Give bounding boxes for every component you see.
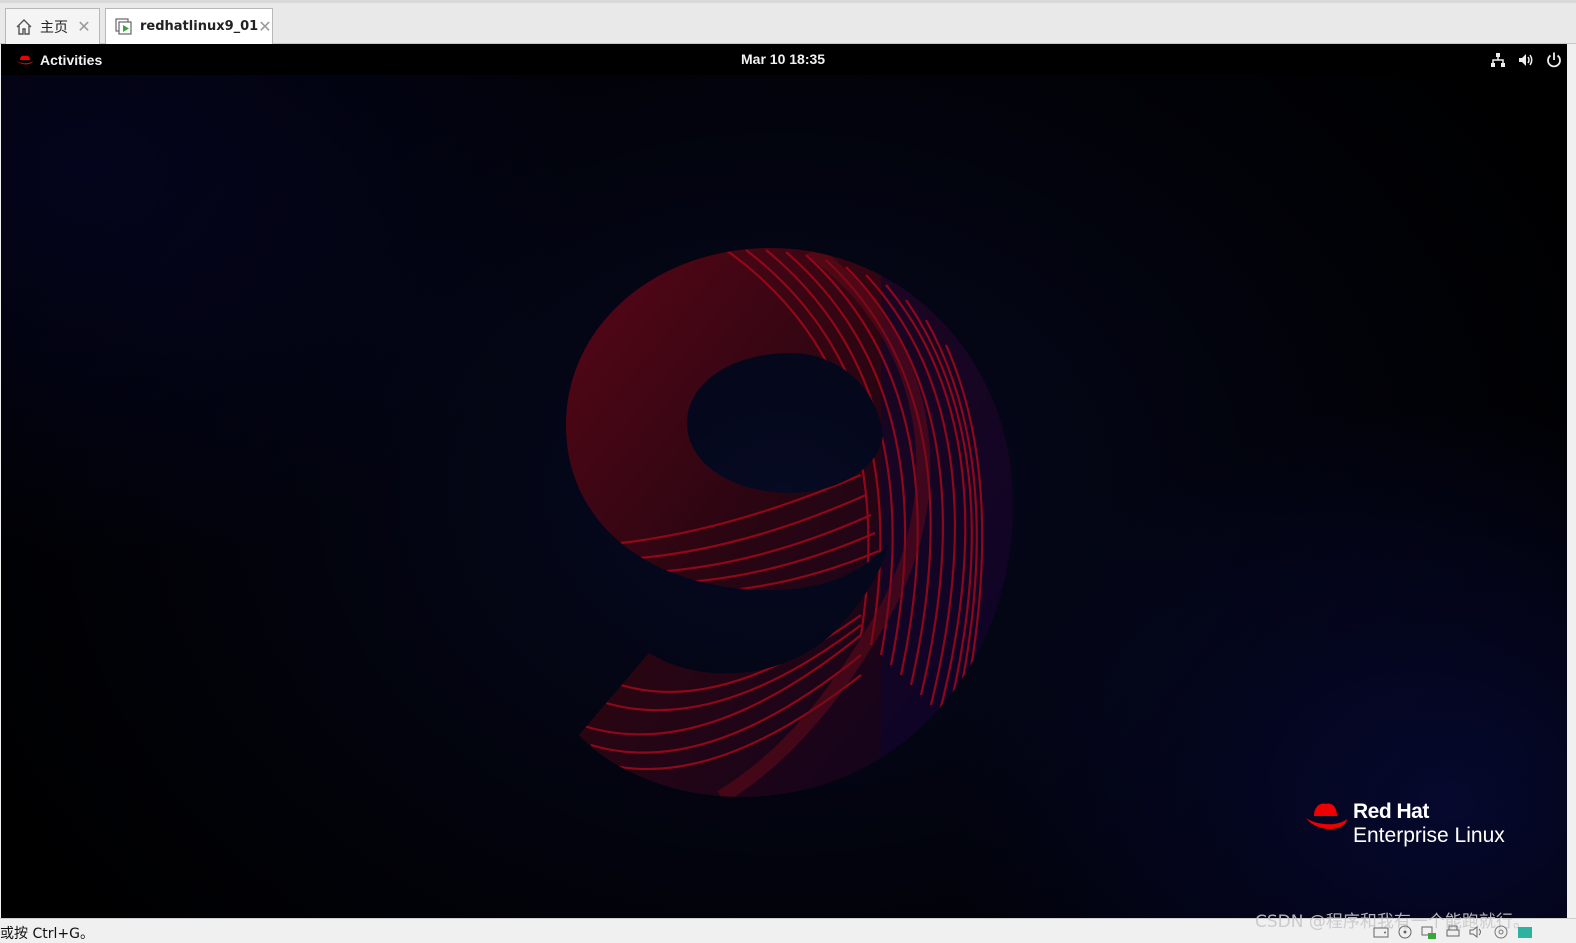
network-icon[interactable] bbox=[1489, 51, 1507, 69]
hdd-icon[interactable] bbox=[1372, 924, 1390, 940]
logo-line2: Enterprise Linux bbox=[1353, 824, 1505, 847]
system-tray[interactable] bbox=[1489, 44, 1563, 75]
tab-home-label: 主页 bbox=[40, 19, 68, 36]
printer-icon[interactable] bbox=[1444, 924, 1462, 940]
display-icon[interactable] bbox=[1516, 924, 1534, 940]
activities-label: Activities bbox=[40, 51, 103, 68]
logo-line1: Red Hat bbox=[1353, 800, 1429, 823]
device-icons bbox=[1372, 924, 1534, 940]
close-icon[interactable]: ✕ bbox=[258, 18, 271, 35]
redhat-logo: Red Hat Enterprise Linux bbox=[1304, 801, 1505, 846]
vm-running-icon bbox=[114, 17, 134, 37]
close-icon[interactable]: ✕ bbox=[76, 18, 92, 35]
tab-vm[interactable]: redhatlinux9_01 ✕ bbox=[105, 8, 273, 44]
clock[interactable]: Mar 10 18:35 bbox=[741, 44, 825, 75]
gnome-top-bar: Activities Mar 10 18:35 bbox=[1, 44, 1567, 75]
usb-icon[interactable] bbox=[1492, 924, 1510, 940]
power-icon[interactable] bbox=[1545, 51, 1563, 69]
tab-vm-label: redhatlinux9_01 bbox=[140, 19, 259, 34]
network-adapter-icon[interactable] bbox=[1420, 924, 1438, 940]
vm-screen[interactable]: Activities Mar 10 18:35 Red Hat Enterpri… bbox=[1, 44, 1567, 918]
home-icon bbox=[14, 17, 34, 37]
tab-home[interactable]: 主页 ✕ bbox=[5, 8, 100, 44]
vmware-tab-bar: 主页 ✕ redhatlinux9_01 ✕ bbox=[0, 0, 1576, 44]
redhat-icon bbox=[17, 55, 33, 64]
volume-icon[interactable] bbox=[1517, 51, 1535, 69]
cdrom-icon[interactable] bbox=[1396, 924, 1414, 940]
vmware-status-bar: 或按 Ctrl+G。 CSDN @程序和我有一个能跑就行。 bbox=[0, 912, 1576, 943]
sound-icon[interactable] bbox=[1468, 924, 1486, 940]
rhel9-wallpaper-graphic bbox=[566, 248, 1013, 797]
activities-button[interactable]: Activities bbox=[16, 44, 102, 75]
scrollbar-gutter bbox=[1567, 44, 1576, 918]
redhat-hat-icon bbox=[1306, 803, 1347, 830]
status-hint: 或按 Ctrl+G。 bbox=[0, 926, 94, 942]
